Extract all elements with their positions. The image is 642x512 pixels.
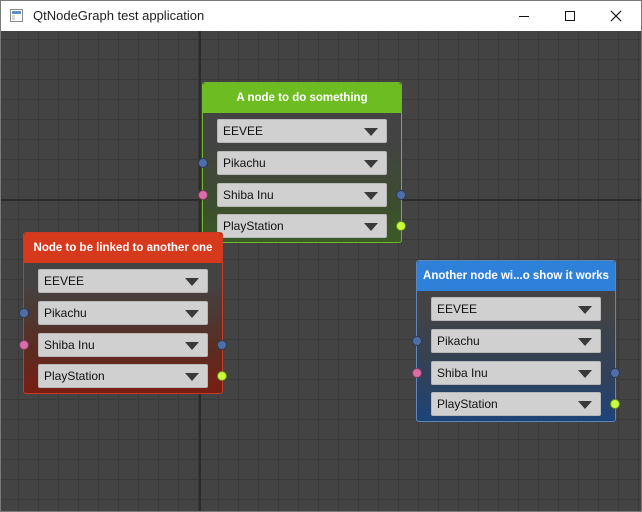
- minimize-icon: [519, 16, 529, 17]
- chevron-down-icon: [364, 160, 378, 168]
- combo-value: Pikachu: [44, 306, 87, 320]
- chevron-down-icon: [364, 223, 378, 231]
- node-combo-playstation[interactable]: PlayStation: [38, 364, 208, 388]
- output-port[interactable]: [217, 371, 227, 381]
- chevron-down-icon: [578, 306, 592, 314]
- combo-value: PlayStation: [223, 219, 284, 233]
- input-port[interactable]: [198, 190, 208, 200]
- input-port[interactable]: [412, 336, 422, 346]
- chevron-down-icon: [578, 401, 592, 409]
- combo-value: PlayStation: [44, 369, 105, 383]
- chevron-down-icon: [578, 338, 592, 346]
- input-port[interactable]: [198, 158, 208, 168]
- output-port[interactable]: [396, 221, 406, 231]
- node-combo-shiba-inu[interactable]: Shiba Inu: [431, 361, 601, 385]
- node-combo-pikachu[interactable]: Pikachu: [431, 329, 601, 353]
- node-blue[interactable]: Another node wi...o show it works EEVEE …: [412, 260, 620, 422]
- combo-value: Shiba Inu: [437, 366, 488, 380]
- chevron-down-icon: [578, 370, 592, 378]
- node-combo-pikachu[interactable]: Pikachu: [38, 301, 208, 325]
- node-red[interactable]: Node to be linked to another one EEVEE P…: [19, 232, 227, 394]
- node-combo-eevee[interactable]: EEVEE: [217, 119, 387, 143]
- combo-value: EEVEE: [223, 124, 264, 138]
- node-green[interactable]: A node to do something EEVEE Pikachu Shi…: [198, 82, 406, 243]
- maximize-button[interactable]: [547, 1, 593, 31]
- window-title: QtNodeGraph test application: [33, 8, 205, 23]
- node-combo-playstation[interactable]: PlayStation: [431, 392, 601, 416]
- node-title[interactable]: Another node wi...o show it works: [417, 261, 615, 291]
- minimize-button[interactable]: [501, 1, 547, 31]
- chevron-down-icon: [364, 192, 378, 200]
- node-graph-canvas[interactable]: A node to do something EEVEE Pikachu Shi…: [1, 31, 641, 511]
- output-port[interactable]: [610, 399, 620, 409]
- combo-value: Pikachu: [437, 334, 480, 348]
- combo-value: EEVEE: [44, 274, 85, 288]
- combo-value: Pikachu: [223, 156, 266, 170]
- title-bar[interactable]: QtNodeGraph test application: [1, 1, 641, 31]
- node-combo-pikachu[interactable]: Pikachu: [217, 151, 387, 175]
- node-combo-playstation[interactable]: PlayStation: [217, 214, 387, 238]
- output-port[interactable]: [396, 190, 406, 200]
- chevron-down-icon: [185, 342, 199, 350]
- close-icon: [610, 10, 622, 22]
- node-combo-eevee[interactable]: EEVEE: [38, 269, 208, 293]
- combo-value: PlayStation: [437, 397, 498, 411]
- combo-value: Shiba Inu: [44, 338, 95, 352]
- node-combo-shiba-inu[interactable]: Shiba Inu: [38, 333, 208, 357]
- input-port[interactable]: [19, 340, 29, 350]
- node-combo-shiba-inu[interactable]: Shiba Inu: [217, 183, 387, 207]
- node-title[interactable]: A node to do something: [203, 83, 401, 113]
- output-port[interactable]: [610, 368, 620, 378]
- node-combo-eevee[interactable]: EEVEE: [431, 297, 601, 321]
- input-port[interactable]: [19, 308, 29, 318]
- close-button[interactable]: [593, 1, 639, 31]
- app-window-icon: [10, 9, 23, 22]
- chevron-down-icon: [185, 278, 199, 286]
- app-window: QtNodeGraph test application A node to d…: [0, 0, 642, 512]
- input-port[interactable]: [412, 368, 422, 378]
- maximize-icon: [565, 11, 575, 21]
- chevron-down-icon: [185, 310, 199, 318]
- chevron-down-icon: [185, 373, 199, 381]
- combo-value: Shiba Inu: [223, 188, 274, 202]
- chevron-down-icon: [364, 128, 378, 136]
- output-port[interactable]: [217, 340, 227, 350]
- combo-value: EEVEE: [437, 302, 478, 316]
- node-title[interactable]: Node to be linked to another one: [24, 233, 222, 263]
